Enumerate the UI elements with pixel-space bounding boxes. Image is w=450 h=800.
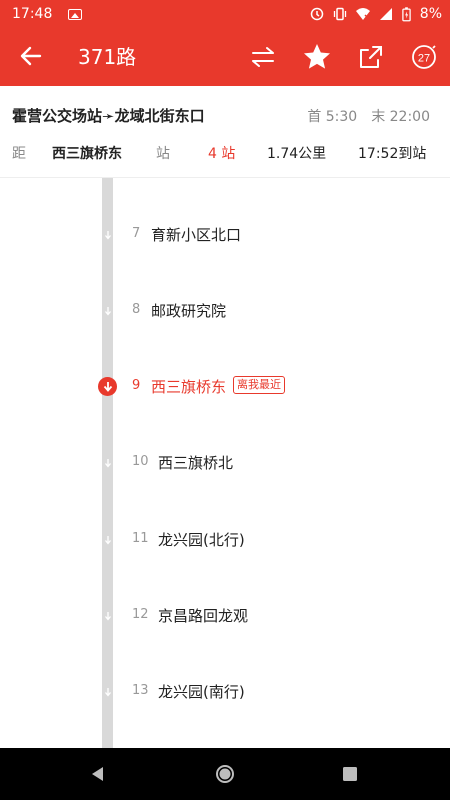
favorite-button[interactable] bbox=[302, 42, 332, 72]
stop-number: 11 bbox=[132, 531, 149, 546]
status-bar: 17:48 8% bbox=[0, 0, 450, 28]
stop-item[interactable]: 7 育新小区北口 bbox=[0, 216, 450, 256]
wifi-icon bbox=[355, 8, 370, 20]
stop-name: 西三旗桥北 bbox=[158, 454, 234, 472]
page-title: 371路 bbox=[78, 45, 137, 69]
route-line-name: 霍营公交场站➛龙域北街东口 bbox=[12, 107, 205, 125]
stop-name: 西三旗桥东 bbox=[151, 378, 227, 396]
route-info: 霍营公交场站➛龙域北街东口 首 5:30 末 22:00 距 西三旗桥东 站 4 … bbox=[0, 86, 450, 178]
switch-direction-icon bbox=[252, 47, 274, 67]
down-arrow-icon bbox=[102, 304, 113, 318]
star-icon bbox=[304, 44, 330, 69]
status-time: 17:48 bbox=[12, 6, 53, 22]
battery-percent: 8% bbox=[419, 6, 442, 22]
battery-icon bbox=[402, 6, 411, 21]
first-bus-time: 首 5:30 bbox=[307, 109, 358, 125]
calendar-button[interactable]: 27 bbox=[409, 42, 439, 72]
date-badge: 27 bbox=[418, 53, 430, 65]
stop-name: 邮政研究院 bbox=[151, 302, 227, 320]
image-notification-icon bbox=[68, 8, 83, 20]
stop-number: 8 bbox=[132, 302, 141, 317]
down-arrow-icon bbox=[102, 609, 113, 623]
distance-label: 距 bbox=[12, 146, 26, 162]
stop-item[interactable]: 11 龙兴园(北行) bbox=[0, 521, 450, 561]
last-bus-time: 末 22:00 bbox=[371, 109, 430, 125]
switch-direction-button[interactable] bbox=[248, 42, 278, 72]
down-arrow-icon bbox=[102, 228, 113, 242]
stop-number: 9 bbox=[132, 378, 141, 393]
stop-label: 站 bbox=[156, 146, 170, 162]
down-arrow-icon bbox=[102, 685, 113, 699]
stop-number: 7 bbox=[132, 226, 141, 241]
down-arrow-icon bbox=[102, 456, 113, 470]
stop-item[interactable]: 10 西三旗桥北 bbox=[0, 444, 450, 484]
system-nav-bar bbox=[0, 748, 450, 800]
distance-value: 1.74公里 bbox=[267, 146, 327, 162]
calendar-icon: 27 bbox=[412, 45, 436, 69]
stop-item-current[interactable]: 9 西三旗桥东 离我最近 bbox=[0, 368, 450, 408]
nav-recents-icon[interactable] bbox=[340, 764, 360, 784]
nav-back-icon[interactable] bbox=[88, 764, 108, 784]
back-button[interactable] bbox=[18, 43, 44, 69]
nav-home-icon[interactable] bbox=[215, 764, 235, 784]
nearest-badge: 离我最近 bbox=[233, 376, 285, 394]
stop-item[interactable]: 12 京昌路回龙观 bbox=[0, 597, 450, 637]
app-bar: 371路 27 bbox=[0, 28, 450, 86]
selected-stop[interactable]: 西三旗桥东 bbox=[52, 143, 122, 163]
stop-name: 龙兴园(北行) bbox=[158, 531, 245, 549]
stop-number: 12 bbox=[132, 607, 149, 622]
vibrate-icon bbox=[333, 7, 346, 21]
down-arrow-icon bbox=[102, 533, 113, 547]
share-button[interactable] bbox=[356, 42, 386, 72]
sync-icon bbox=[310, 7, 324, 21]
current-stop-marker-icon bbox=[98, 377, 117, 396]
stops-away: 4 站 bbox=[208, 146, 236, 162]
status-icons: 8% bbox=[310, 6, 442, 22]
stop-item[interactable]: 8 邮政研究院 bbox=[0, 292, 450, 332]
stop-name: 育新小区北口 bbox=[151, 226, 242, 244]
share-icon bbox=[360, 46, 382, 68]
stop-number: 10 bbox=[132, 454, 149, 469]
stop-name: 京昌路回龙观 bbox=[158, 607, 249, 625]
arrow-left-icon bbox=[20, 46, 42, 66]
stop-name: 龙兴园(南行) bbox=[158, 683, 245, 701]
stop-list[interactable]: 7 育新小区北口 8 邮政研究院 9 西三旗桥东 离我最近 10 西三旗桥北 1… bbox=[0, 178, 450, 748]
stop-number: 13 bbox=[132, 683, 149, 698]
service-hours: 首 5:30 末 22:00 bbox=[293, 106, 430, 126]
arrival-time: 17:52到站 bbox=[358, 146, 427, 162]
signal-icon bbox=[379, 8, 392, 20]
stop-item[interactable]: 13 龙兴园(南行) bbox=[0, 673, 450, 713]
